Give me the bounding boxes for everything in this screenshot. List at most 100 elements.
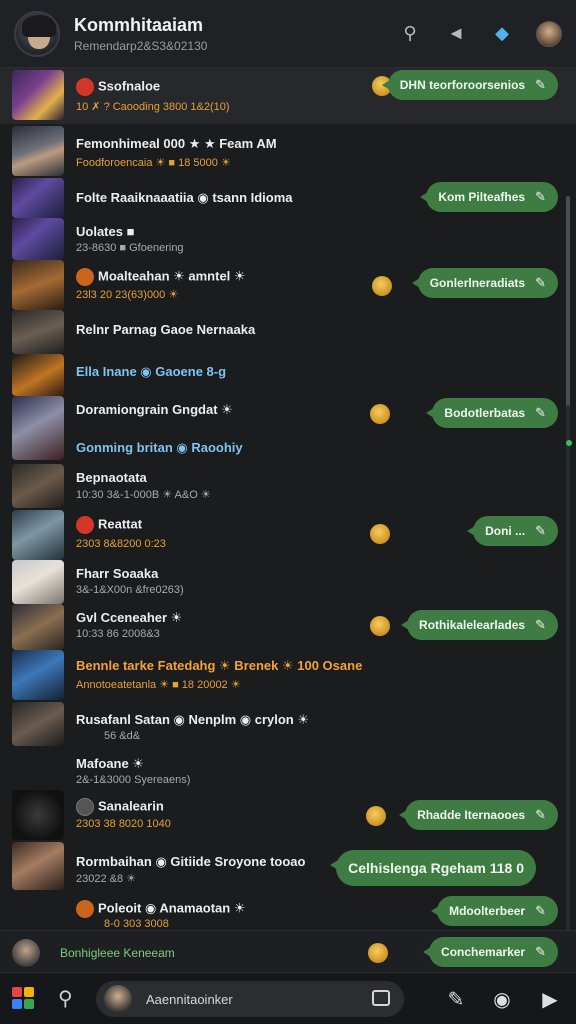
edit-icon[interactable]: ✎ [535, 903, 546, 919]
apps-icon[interactable] [12, 987, 34, 1009]
avatar [104, 985, 132, 1013]
badge-icon [76, 900, 94, 918]
search-icon[interactable]: ⚲ [58, 986, 80, 1010]
list-item[interactable]: Rormbaihan ◉ Gitiide Sroyone tooao 23022… [0, 842, 576, 892]
input-placeholder: Aaennitaoinker [146, 991, 233, 1007]
alert-icon [76, 516, 94, 534]
channel-avatar[interactable] [14, 10, 60, 57]
list-item-name: Sanalearin [98, 798, 164, 814]
avatar [12, 560, 64, 604]
list-item-name: Bepnaotata [76, 470, 147, 485]
scrollbar-thumb[interactable] [566, 196, 570, 406]
list-item-sub: Foodforoencaia ☀ ■ 18 5000 ☀ [76, 157, 231, 169]
message-bubble[interactable]: Mdoolterbeer ✎ [431, 896, 558, 926]
edit-icon[interactable]: ✎ [535, 275, 546, 291]
message-bubble[interactable]: Rothikalelearlades ✎ [401, 610, 558, 640]
list-item-sub: 56 &d& [104, 730, 141, 742]
message-bubble[interactable]: Rhadde Iternaooes ✎ [399, 800, 558, 830]
list-item[interactable]: Femonhimeal 000 ★ ★ Feam AM Foodforoenca… [0, 124, 576, 178]
list-item-name: Rormbaihan ◉ Gitiide Sroyone tooao [76, 854, 306, 869]
list-item-sub: 2303 8&8200 0:23 [76, 538, 166, 550]
avatar [12, 178, 64, 218]
status-text: Bonhigleee Keneeam [60, 946, 175, 960]
badge-icon [76, 798, 94, 816]
badge-icon [76, 268, 94, 286]
compose-icon[interactable]: ✎ [444, 987, 468, 1011]
avatar [12, 650, 64, 700]
tag-icon[interactable]: ◄ [444, 22, 468, 46]
avatar [12, 396, 64, 460]
list-item[interactable]: Bepnaotata 10:30 3&-1-000B ☀ A&O ☀ [0, 464, 576, 508]
avatar [12, 842, 64, 890]
list-item[interactable]: Fharr Soaaka 3&-1&X00n &fre0263) [0, 560, 576, 604]
list-item-name: Gvl Cceneaher ☀ [76, 610, 183, 625]
list-item-name: Femonhimeal 000 ★ ★ Feam AM [76, 136, 277, 151]
list-item-name: Mafoane ☀ [76, 756, 144, 771]
edit-icon[interactable]: ✎ [535, 807, 546, 823]
message-bubble[interactable]: Gonlerlneradiats ✎ [411, 268, 558, 298]
list-item[interactable]: Poleoit ◉ Anamaotan ☀ 8-0 303 3008 Mdool… [0, 894, 576, 930]
emoji-icon [370, 616, 390, 636]
edit-icon[interactable]: ✎ [535, 189, 546, 205]
list-item-sub: Annotoeatetanla ☀ ■ 18 20002 ☀ [76, 679, 241, 691]
edit-icon[interactable]: ✎ [535, 523, 546, 539]
channel-subtitle: Remendarp2&S3&02130 [74, 38, 208, 53]
message-bubble[interactable]: Conchemarker ✎ [423, 937, 558, 967]
search-icon[interactable]: ⚲ [398, 22, 422, 46]
list-item[interactable]: Bennle tarke Fatedahg ☀ Brenek ☀ 100 Osa… [0, 650, 576, 702]
message-input[interactable]: Aaennitaoinker [96, 981, 404, 1017]
edit-icon[interactable]: ✎ [535, 617, 546, 633]
list-item[interactable]: Ella Inane ◉ Gaoene 8-g [0, 354, 576, 396]
play-icon[interactable]: ▶ [538, 987, 562, 1011]
list-item[interactable]: Mafoane ☀ 2&-1&3000 Syereaens) [0, 748, 576, 788]
bubble-text: Conchemarker [441, 945, 526, 959]
avatar [12, 604, 64, 650]
edit-icon[interactable]: ✎ [535, 77, 546, 93]
emoji-icon [368, 943, 388, 963]
list-item-sub: 3&-1&X00n &fre0263) [76, 584, 184, 596]
edit-icon[interactable]: ✎ [535, 405, 546, 421]
header-actions: ⚲ ◄ ◆ [398, 20, 562, 47]
avatar [12, 354, 64, 396]
list-item[interactable]: Sanalearin 2303 38 8020 1040 Rhadde Iter… [0, 790, 576, 840]
avatar[interactable] [12, 939, 40, 967]
message-bubble[interactable]: Bodotlerbatas ✎ [426, 398, 558, 428]
apps-icon-tile [12, 999, 22, 1009]
list-item[interactable]: Reattat 2303 8&8200 0:23 Doni ... ✎ [0, 510, 576, 560]
list-item[interactable]: Rusafanl Satan ◉ Nenplm ◉ crylon ☀ 56 &d… [0, 702, 576, 746]
list-item-name: Fharr Soaaka [76, 566, 159, 581]
list-item[interactable]: Gvl Cceneaher ☀ 10:33 86 2008&3 Rothikal… [0, 604, 576, 650]
diamond-icon[interactable]: ◆ [490, 22, 514, 46]
record-icon[interactable]: ◉ [490, 987, 514, 1011]
list-item-name: Folte Raaiknaaatiia ◉ tsann Idioma [76, 190, 293, 205]
emoji-icon [366, 806, 386, 826]
bubble-text: Doni ... [485, 524, 526, 538]
bubble-text: Bodotlerbatas [444, 406, 526, 420]
message-bubble[interactable]: Celhislenga Rgeham 118 0 [330, 850, 536, 886]
list-item-title: Moalteahan ☀ amntel ☀ [76, 268, 246, 286]
profile-icon[interactable] [536, 20, 562, 47]
list-item-name: Poleoit ◉ Anamaotan ☀ [98, 900, 246, 916]
chat-list[interactable]: Ssofnaloe 10 ✗ ? Caooding 3800 1&2(10) D… [0, 68, 576, 930]
attachment-icon[interactable] [372, 990, 390, 1006]
list-item[interactable]: Ssofnaloe 10 ✗ ? Caooding 3800 1&2(10) D… [0, 68, 576, 124]
bubble-text: DHN teorforoorsenios [399, 78, 526, 92]
scrollbar[interactable] [566, 196, 570, 930]
list-item[interactable]: Uolates ■ 23-8630 ■ Gfoenering [0, 218, 576, 260]
list-item[interactable]: Doramiongrain Gngdat ☀ Gonming britan ◉ … [0, 396, 576, 460]
list-item-sub: 2303 38 8020 1040 [76, 818, 171, 830]
list-item[interactable]: Relnr Parnag Gaoe Nernaaka [0, 310, 576, 354]
message-bubble[interactable]: DHN teorforoorsenios ✎ [381, 70, 558, 100]
list-item[interactable]: Moalteahan ☀ amntel ☀ 23l3 20 23(63)000 … [0, 260, 576, 310]
message-bubble[interactable]: Kom Pilteafhes ✎ [420, 182, 558, 212]
list-item-name: Bennle tarke Fatedahg ☀ Brenek ☀ 100 Osa… [76, 658, 363, 673]
emoji-icon [370, 524, 390, 544]
edit-icon[interactable]: ✎ [535, 944, 546, 960]
list-item[interactable]: Folte Raaiknaaatiia ◉ tsann Idioma Kom P… [0, 178, 576, 218]
list-item-name: Ella Inane ◉ Gaoene 8-g [76, 364, 227, 379]
avatar [12, 310, 64, 354]
message-bubble[interactable]: Doni ... ✎ [467, 516, 558, 546]
list-item-sub: 10:30 3&-1-000B ☀ A&O ☀ [76, 489, 211, 501]
bubble-text: Rhadde Iternaooes [417, 808, 526, 822]
avatar [12, 70, 64, 120]
